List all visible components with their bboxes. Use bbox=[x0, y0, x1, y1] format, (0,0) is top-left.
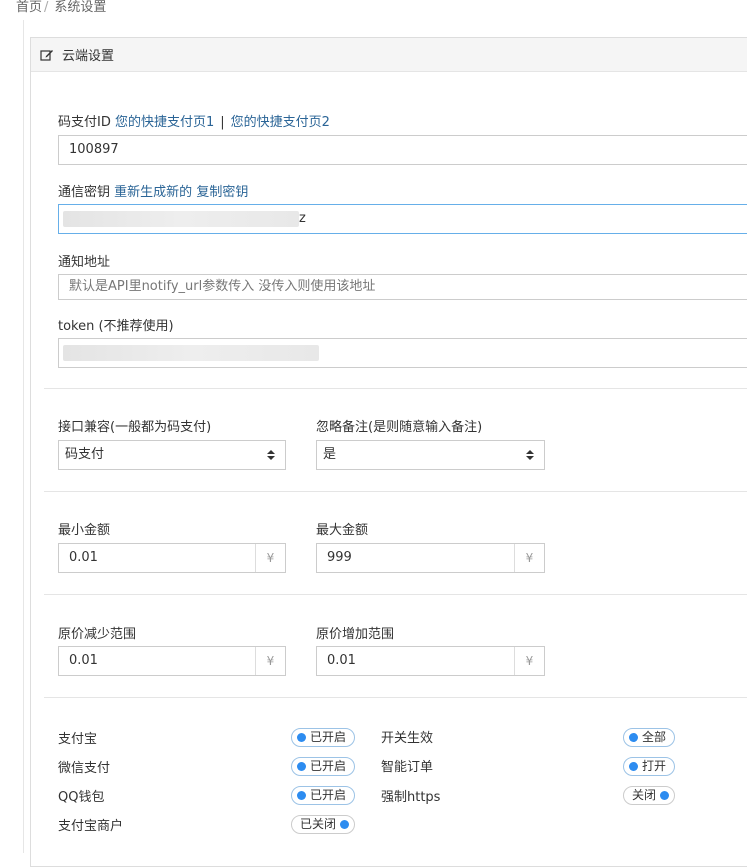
compat-label: 接口兼容(一般都为码支付) bbox=[58, 420, 212, 435]
max-amount-value: 999 bbox=[327, 550, 352, 565]
toggle-knob bbox=[297, 762, 306, 771]
min-amount-label: 最小金额 bbox=[58, 523, 111, 538]
alipay-merchant-toggle[interactable]: 已关闭 bbox=[291, 815, 356, 834]
pay-id-value: 100897 bbox=[69, 142, 119, 157]
pay-id-label-row: 码支付ID 您的快捷支付页1 | 您的快捷支付页2 bbox=[58, 111, 330, 130]
force-https-label: 强制https bbox=[381, 790, 441, 805]
pay-id-input[interactable]: 100897 bbox=[58, 135, 747, 165]
max-amount-input[interactable]: 999 ¥ bbox=[316, 543, 545, 573]
switch-alipay-label: 支付宝 bbox=[58, 732, 98, 747]
price-increase-value: 0.01 bbox=[327, 653, 356, 668]
regenerate-secret-link[interactable]: 重新生成新的 bbox=[114, 185, 192, 200]
token-label: token (不推荐使用) bbox=[58, 319, 174, 334]
toggle-state: 全部 bbox=[642, 730, 667, 744]
secret-input[interactable]: z bbox=[58, 204, 747, 234]
alipay-toggle[interactable]: 已开启 bbox=[291, 728, 356, 747]
toggle-state: 已关闭 bbox=[300, 817, 337, 831]
price-reduce-value: 0.01 bbox=[69, 653, 98, 668]
panel-header: 云端设置 bbox=[31, 38, 747, 72]
breadcrumb: 首页 / 系统设置 bbox=[16, 0, 106, 15]
quick-pay-page-2-link[interactable]: 您的快捷支付页2 bbox=[231, 115, 330, 130]
breadcrumb-separator: / bbox=[44, 0, 49, 15]
min-amount-value: 0.01 bbox=[69, 550, 98, 565]
divider bbox=[44, 594, 747, 595]
yuan-icon: ¥ bbox=[255, 544, 285, 572]
redacted-token bbox=[63, 344, 319, 361]
secret-visible-suffix: z bbox=[299, 211, 306, 226]
divider bbox=[44, 388, 747, 389]
toggle-state: 已开启 bbox=[310, 759, 347, 773]
price-reduce-input[interactable]: 0.01 ¥ bbox=[58, 646, 286, 676]
price-increase-label: 原价增加范围 bbox=[316, 627, 395, 642]
switch-wechat-label: 微信支付 bbox=[58, 761, 111, 776]
force-https-toggle[interactable]: 关闭 bbox=[623, 786, 676, 805]
left-divider bbox=[23, 20, 24, 853]
compat-selected: 码支付 bbox=[65, 447, 105, 462]
pay-id-label: 码支付ID bbox=[58, 115, 111, 130]
max-amount-label: 最大金额 bbox=[316, 523, 369, 538]
select-caret-icon bbox=[526, 450, 534, 460]
link-divider: | bbox=[220, 115, 225, 130]
notify-url-input[interactable]: 默认是API里notify_url参数传入 没传入则使用该地址 bbox=[58, 274, 747, 300]
min-amount-input[interactable]: 0.01 ¥ bbox=[58, 543, 286, 573]
switch-effective-label: 开关生效 bbox=[381, 731, 434, 746]
price-increase-input[interactable]: 0.01 ¥ bbox=[316, 646, 545, 676]
token-input[interactable] bbox=[58, 338, 747, 368]
panel-title: 云端设置 bbox=[62, 49, 115, 64]
notify-label: 通知地址 bbox=[58, 255, 111, 270]
toggle-state: 已开启 bbox=[310, 788, 347, 802]
edit-icon bbox=[40, 49, 53, 61]
toggle-knob bbox=[297, 733, 306, 742]
toggle-state: 打开 bbox=[642, 759, 667, 773]
smart-order-toggle[interactable]: 打开 bbox=[623, 757, 676, 776]
toggle-knob bbox=[340, 820, 350, 829]
divider bbox=[44, 491, 747, 492]
secret-label: 通信密钥 bbox=[58, 185, 111, 200]
qq-wallet-toggle[interactable]: 已开启 bbox=[291, 786, 356, 805]
select-caret-icon bbox=[267, 450, 275, 460]
secret-label-row: 通信密钥 重新生成新的 复制密钥 bbox=[58, 181, 248, 200]
ignore-note-label: 忽略备注(是则随意输入备注) bbox=[316, 420, 483, 435]
breadcrumb-home[interactable]: 首页 bbox=[16, 0, 42, 15]
switch-alipay-merchant-label: 支付宝商户 bbox=[58, 819, 124, 834]
copy-secret-link[interactable]: 复制密钥 bbox=[196, 185, 248, 200]
toggle-state: 关闭 bbox=[632, 788, 657, 802]
cloud-settings-panel: 云端设置 码支付ID 您的快捷支付页1 | 您的快捷支付页2 100897 通信密钥… bbox=[30, 37, 747, 867]
divider bbox=[44, 697, 747, 698]
notify-url-placeholder: 默认是API里notify_url参数传入 没传入则使用该地址 bbox=[69, 279, 376, 294]
switch-qq-label: QQ钱包 bbox=[58, 790, 105, 805]
smart-order-label: 智能订单 bbox=[381, 760, 434, 775]
ignore-note-selected: 是 bbox=[323, 447, 337, 462]
compat-select[interactable]: 码支付 bbox=[58, 440, 286, 470]
price-reduce-label: 原价减少范围 bbox=[58, 627, 137, 642]
toggle-knob bbox=[629, 762, 638, 771]
ignore-note-select[interactable]: 是 bbox=[316, 440, 545, 470]
toggle-state: 已开启 bbox=[310, 730, 347, 744]
yuan-icon: ¥ bbox=[514, 544, 544, 572]
toggle-knob bbox=[629, 733, 638, 742]
breadcrumb-current: 系统设置 bbox=[54, 0, 107, 15]
toggle-knob bbox=[660, 791, 670, 800]
yuan-icon: ¥ bbox=[255, 647, 285, 675]
switch-effective-toggle[interactable]: 全部 bbox=[623, 728, 676, 747]
yuan-icon: ¥ bbox=[514, 647, 544, 675]
redacted-secret bbox=[63, 210, 299, 227]
toggle-knob bbox=[297, 791, 306, 800]
quick-pay-page-1-link[interactable]: 您的快捷支付页1 bbox=[115, 115, 214, 130]
wechat-pay-toggle[interactable]: 已开启 bbox=[291, 757, 356, 776]
